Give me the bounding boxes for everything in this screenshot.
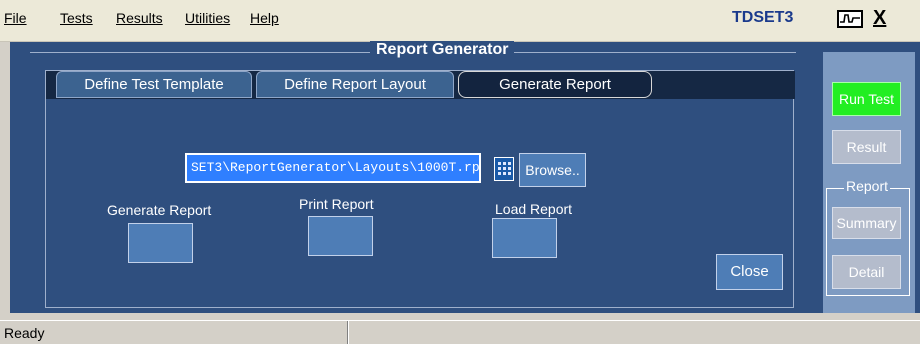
generate-report-button[interactable] bbox=[128, 223, 193, 263]
status-divider bbox=[347, 321, 349, 344]
tab-define-test-template[interactable]: Define Test Template bbox=[56, 71, 252, 98]
close-app-button[interactable]: X bbox=[873, 7, 886, 30]
generate-report-label: Generate Report bbox=[107, 202, 212, 218]
menu-help[interactable]: Help bbox=[250, 10, 279, 26]
layout-path-input[interactable]: SET3\ReportGenerator\Layouts\1000T.rpl bbox=[185, 153, 481, 183]
status-bar: Ready bbox=[0, 320, 920, 344]
close-button[interactable]: Close bbox=[716, 254, 783, 290]
menu-results[interactable]: Results bbox=[116, 10, 163, 26]
summary-button[interactable]: Summary bbox=[832, 207, 901, 239]
menu-bar: File Tests Results Utilities Help TDSET3… bbox=[0, 0, 920, 42]
right-panel-inner: Run Test Result Report Summary Detail bbox=[823, 52, 915, 313]
run-test-button[interactable]: Run Test bbox=[832, 82, 901, 116]
report-group-label: Report bbox=[844, 178, 891, 194]
frame-title: Report Generator bbox=[370, 41, 515, 59]
browse-button[interactable]: Browse.. bbox=[519, 153, 586, 187]
app-name: TDSET3 bbox=[732, 9, 794, 26]
status-text: Ready bbox=[4, 325, 45, 341]
tab-define-report-layout[interactable]: Define Report Layout bbox=[256, 71, 454, 98]
right-control-panel: Run Test Result Report Summary Detail bbox=[818, 42, 920, 313]
tab-strip: Define Test Template Define Report Layou… bbox=[46, 71, 795, 99]
tab-generate-report[interactable]: Generate Report bbox=[458, 71, 652, 98]
print-report-button[interactable] bbox=[308, 216, 373, 256]
menu-tests[interactable]: Tests bbox=[60, 10, 93, 26]
result-button[interactable]: Result bbox=[832, 130, 901, 164]
report-generator-area: Report Generator Define Test Template De… bbox=[10, 41, 818, 313]
waveform-icon[interactable] bbox=[837, 10, 863, 28]
window-controls: X bbox=[837, 7, 919, 32]
generate-report-panel: Define Test Template Define Report Layou… bbox=[45, 70, 795, 308]
load-report-label: Load Report bbox=[495, 201, 573, 217]
detail-button[interactable]: Detail bbox=[832, 255, 901, 289]
keypad-icon[interactable] bbox=[494, 157, 514, 181]
print-report-label: Print Report bbox=[299, 196, 374, 212]
menu-file[interactable]: File bbox=[4, 10, 27, 26]
menu-utilities[interactable]: Utilities bbox=[185, 10, 230, 26]
load-report-button[interactable] bbox=[492, 218, 557, 258]
